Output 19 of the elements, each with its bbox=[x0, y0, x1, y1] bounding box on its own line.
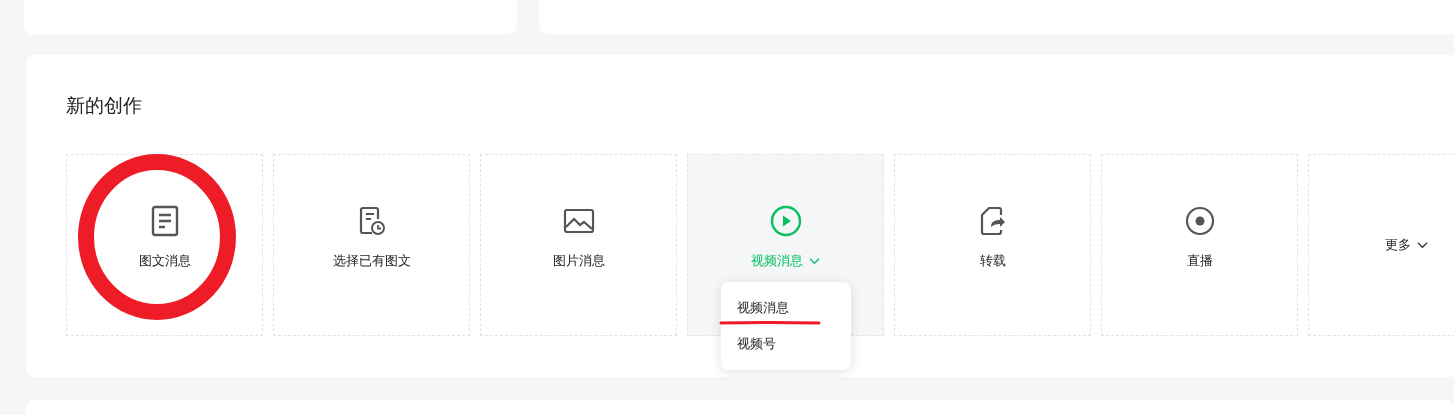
tile-label: 转载 bbox=[979, 252, 1006, 270]
create-tile[interactable]: 选择已有图文 bbox=[273, 154, 470, 336]
tile-label: 图片消息 bbox=[552, 252, 605, 270]
create-tile[interactable]: 直播 bbox=[1101, 154, 1298, 336]
tile-label: 选择已有图文 bbox=[332, 252, 411, 270]
caret-icon bbox=[1417, 241, 1428, 249]
tile-label: 图文消息 bbox=[138, 252, 191, 270]
menu-item[interactable]: 视频号 bbox=[721, 326, 851, 362]
tile-label: 更多 bbox=[1385, 236, 1411, 254]
tile-label: 视频消息 bbox=[751, 252, 803, 270]
play-icon bbox=[769, 205, 802, 237]
create-tile[interactable]: 图片消息 bbox=[480, 154, 677, 336]
section-title: 新的创作 bbox=[66, 93, 143, 117]
record-icon bbox=[1183, 205, 1216, 237]
create-tile[interactable]: 更多 bbox=[1308, 154, 1454, 336]
caret-icon bbox=[809, 257, 820, 265]
menu-item[interactable]: 视频消息 bbox=[721, 290, 851, 326]
tile-label: 直播 bbox=[1186, 252, 1213, 270]
create-tile[interactable]: 转载 bbox=[894, 154, 1091, 336]
